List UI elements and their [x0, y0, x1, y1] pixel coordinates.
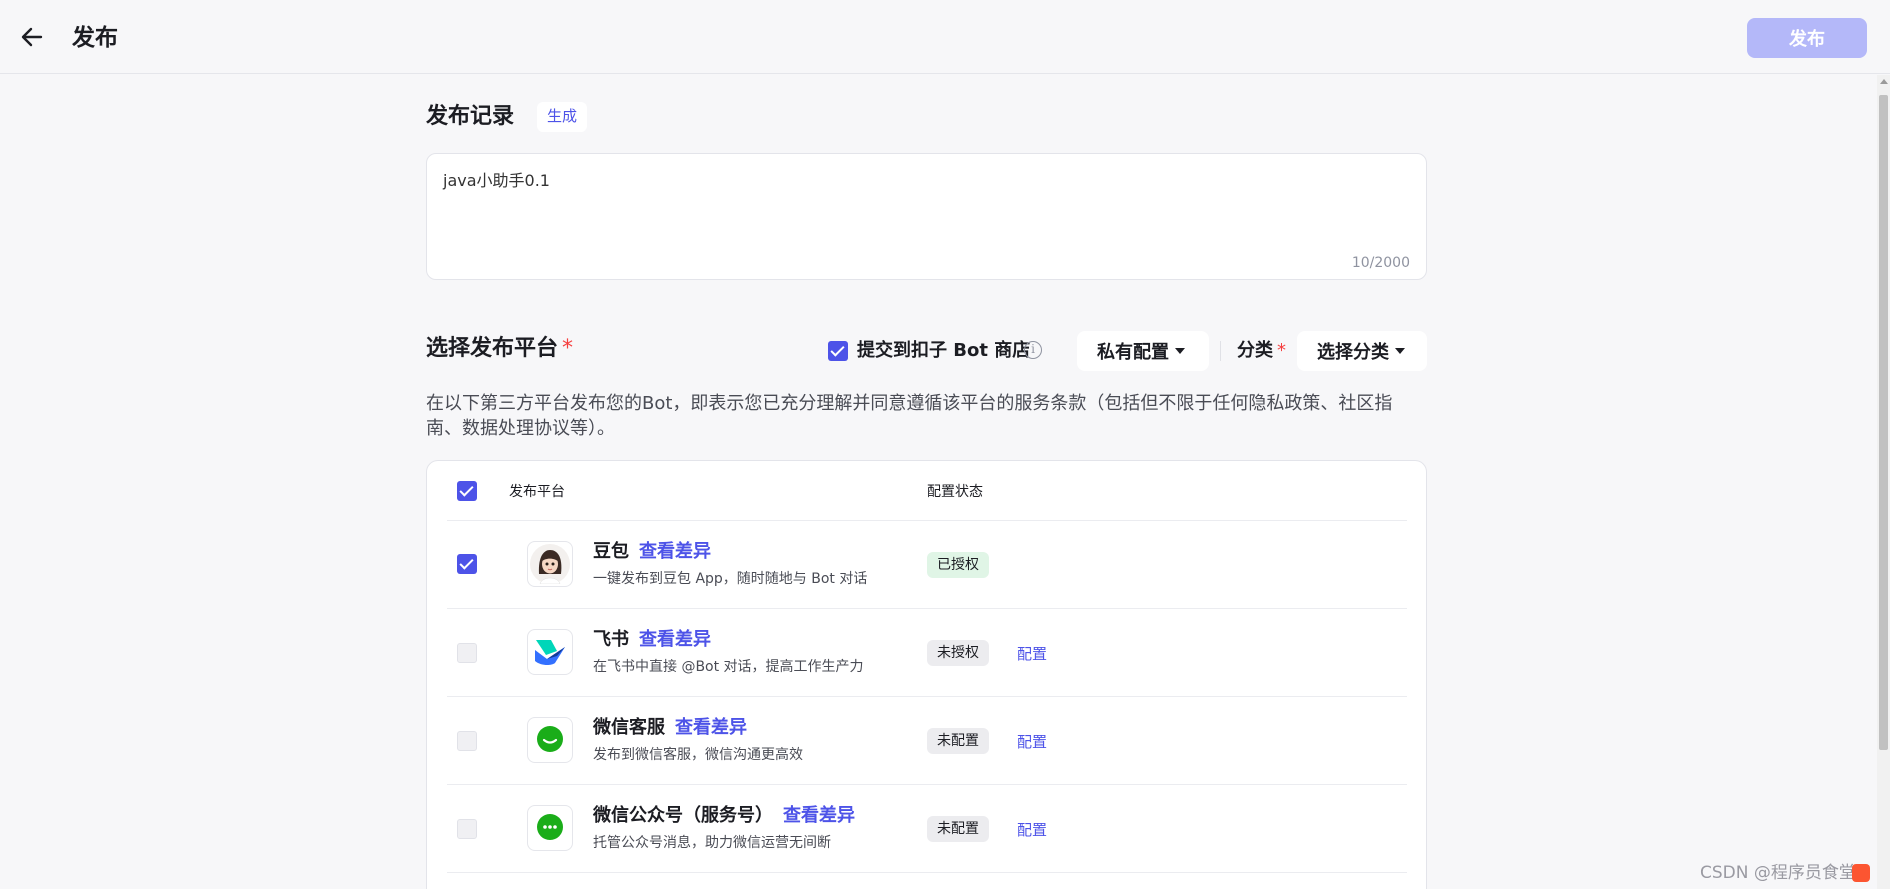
main-content: 发布记录 生成 java小助手0.1 10/2000 选择发布平台 * 提交到扣子… [426, 75, 1427, 889]
table-row: 飞书 查看差异 在飞书中直接 @Bot 对话，提高工作生产力 未授权 配置 [447, 609, 1407, 697]
row-checkbox[interactable] [457, 819, 477, 839]
watermark: CSDN @程序员食堂 [1700, 863, 1856, 883]
generate-button[interactable]: 生成 [537, 102, 588, 132]
header-platform: 发布平台 [509, 484, 565, 500]
caret-down-icon [1395, 348, 1405, 354]
char-count: 10/2000 [1351, 255, 1410, 271]
platform-name: 飞书 查看差异 [593, 629, 711, 650]
select-all-checkbox[interactable] [457, 481, 477, 501]
platform-name: 微信客服 查看差异 [593, 717, 747, 738]
status-badge: 未配置 [927, 728, 989, 754]
platform-desc: 发布到微信客服，微信沟通更高效 [593, 747, 803, 763]
table-header: 发布平台 配置状态 [447, 461, 1407, 521]
wechat-service-icon [527, 717, 573, 763]
back-arrow-icon[interactable] [18, 22, 46, 52]
config-link[interactable]: 配置 [1017, 731, 1047, 752]
status-badge: 未授权 [927, 640, 989, 666]
row-checkbox[interactable] [457, 643, 477, 663]
category-select[interactable]: 选择分类 [1297, 331, 1427, 371]
status-badge: 未配置 [927, 816, 989, 842]
private-config-label: 私有配置 [1097, 342, 1169, 363]
table-row: 微信公众号（服务号） 查看差异 托管公众号消息，助力微信运营无间断 未配置 配置 [447, 785, 1407, 873]
platform-name: 微信公众号（服务号） 查看差异 [593, 805, 855, 826]
view-diff-link[interactable]: 查看差异 [783, 805, 855, 826]
publish-button[interactable]: 发布 [1747, 18, 1867, 58]
table-row: 豆包 查看差异 一键发布到豆包 App，随时随地与 Bot 对话 已授权 [447, 521, 1407, 609]
private-config-dropdown[interactable]: 私有配置 [1077, 331, 1209, 371]
scroll-up-arrow-icon[interactable] [1880, 79, 1888, 84]
wechat-official-icon [527, 805, 573, 851]
platform-options-row: 提交到扣子 Bot 商店 i 私有配置 分类 * 选择分类 [426, 331, 1427, 371]
row-checkbox[interactable] [457, 554, 477, 574]
view-diff-link[interactable]: 查看差异 [639, 629, 711, 650]
platform-desc: 一键发布到豆包 App，随时随地与 Bot 对话 [593, 571, 868, 587]
config-link[interactable]: 配置 [1017, 819, 1047, 840]
record-section-title: 发布记录 [426, 104, 515, 129]
status-badge: 已授权 [927, 552, 989, 578]
row-checkbox[interactable] [457, 731, 477, 751]
release-notes-textarea[interactable]: java小助手0.1 10/2000 [426, 153, 1427, 280]
config-link[interactable]: 配置 [1017, 643, 1047, 664]
doubao-avatar-icon [527, 541, 573, 587]
page-title: 发布 [72, 25, 118, 51]
release-notes-value[interactable]: java小助手0.1 [443, 167, 550, 191]
view-diff-link[interactable]: 查看差异 [675, 717, 747, 738]
platform-name: 豆包 查看差异 [593, 541, 711, 562]
category-required-mark: * [1277, 340, 1286, 361]
platform-table: 发布平台 配置状态 豆包查看差异 一键发布到豆包 App，随时随地与 Bot [426, 460, 1427, 889]
csdn-logo-icon [1852, 864, 1870, 882]
platform-desc: 在飞书中直接 @Bot 对话，提高工作生产力 [593, 659, 864, 675]
header-status: 配置状态 [927, 484, 983, 500]
caret-down-icon [1175, 348, 1185, 354]
platform-terms-description: 在以下第三方平台发布您的Bot，即表示您已充分理解并同意遵循该平台的服务条款（包… [426, 393, 1393, 439]
submit-store-label[interactable]: 提交到扣子 Bot 商店 [857, 338, 1030, 364]
category-label: 分类 * [1237, 340, 1286, 361]
category-select-label: 选择分类 [1317, 342, 1389, 363]
view-diff-link[interactable]: 查看差异 [639, 541, 711, 562]
feishu-icon [527, 629, 573, 675]
scroll-thumb[interactable] [1879, 95, 1888, 750]
divider [1220, 341, 1221, 361]
submit-store-checkbox[interactable] [828, 341, 848, 361]
top-bar: 发布 发布 [0, 0, 1890, 74]
info-icon[interactable]: i [1024, 341, 1042, 359]
platform-desc: 托管公众号消息，助力微信运营无间断 [593, 835, 831, 851]
table-row: 微信客服 查看差异 发布到微信客服，微信沟通更高效 未配置 配置 [447, 697, 1407, 785]
vertical-scrollbar[interactable] [1877, 75, 1890, 889]
